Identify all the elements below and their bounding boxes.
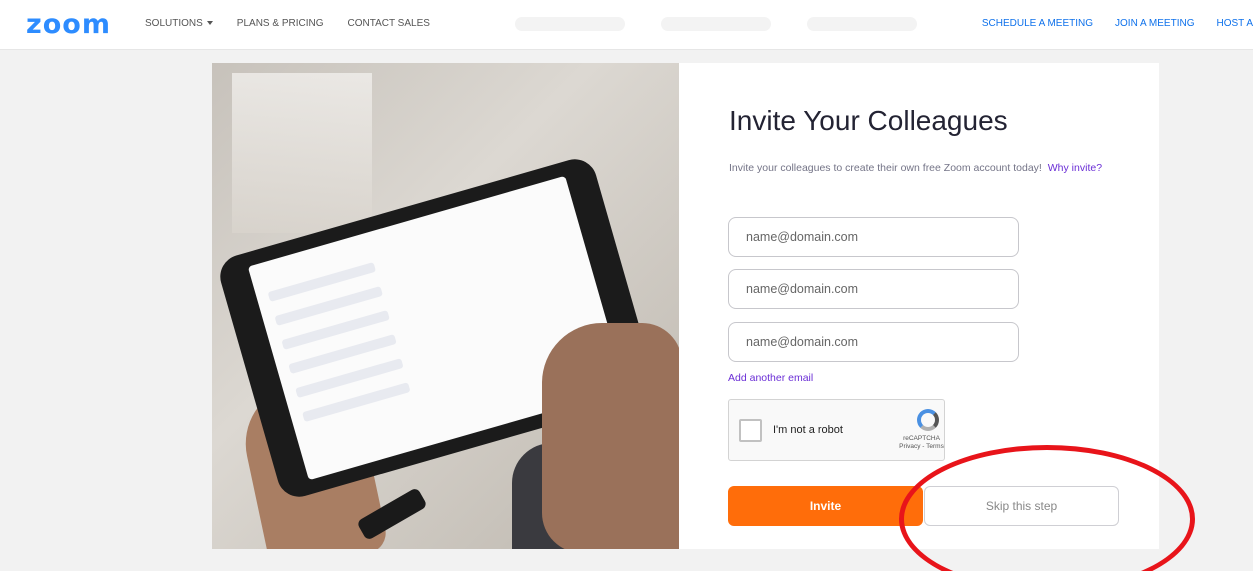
recaptcha-label: I'm not a robot [773,424,843,436]
progress-steps [515,17,917,31]
skip-step-button[interactable]: Skip this step [924,486,1119,526]
recaptcha-privacy-terms[interactable]: Privacy - Terms [899,443,944,451]
invite-button[interactable]: Invite [728,486,923,526]
recaptcha-widget: I'm not a robot reCAPTCHA Privacy - Term… [728,399,945,461]
photo-right-hand [542,323,679,549]
why-invite-link[interactable]: Why invite? [1048,162,1102,174]
nav-schedule-meeting[interactable]: SCHEDULE A MEETING [982,18,1093,29]
nav-contact-sales[interactable]: CONTACT SALES [348,18,430,29]
email-field-1[interactable] [728,217,1019,257]
invite-subtitle: Invite your colleagues to create their o… [729,162,1102,174]
hero-photo [212,63,679,549]
top-nav: zoom SOLUTIONS PLANS & PRICING CONTACT S… [0,0,1253,50]
nav-solutions-label: SOLUTIONS [145,18,203,29]
invite-card: Invite Your Colleagues Invite your colle… [212,63,1159,549]
nav-plans-pricing[interactable]: PLANS & PRICING [237,18,324,29]
nav-right-menu: SCHEDULE A MEETING JOIN A MEETING HOST A [982,18,1253,29]
recaptcha-brand: reCAPTCHA Privacy - Terms [899,435,944,451]
nav-host-meeting[interactable]: HOST A [1217,18,1253,29]
step-placeholder [807,17,917,31]
zoom-logo[interactable]: zoom [26,9,111,40]
add-another-email-link[interactable]: Add another email [728,372,813,384]
nav-left-menu: SOLUTIONS PLANS & PRICING CONTACT SALES [145,18,430,29]
recaptcha-checkbox[interactable] [739,419,762,442]
recaptcha-brand-text: reCAPTCHA [903,435,940,442]
recaptcha-icon [917,409,939,431]
step-placeholder [661,17,771,31]
caret-down-icon [206,21,213,26]
page-title: Invite Your Colleagues [729,105,1008,136]
email-field-2[interactable] [728,269,1019,309]
step-placeholder [515,17,625,31]
nav-solutions[interactable]: SOLUTIONS [145,18,213,29]
nav-join-meeting[interactable]: JOIN A MEETING [1115,18,1194,29]
photo-window [232,73,372,233]
email-field-3[interactable] [728,322,1019,362]
subtitle-text: Invite your colleagues to create their o… [729,162,1042,174]
